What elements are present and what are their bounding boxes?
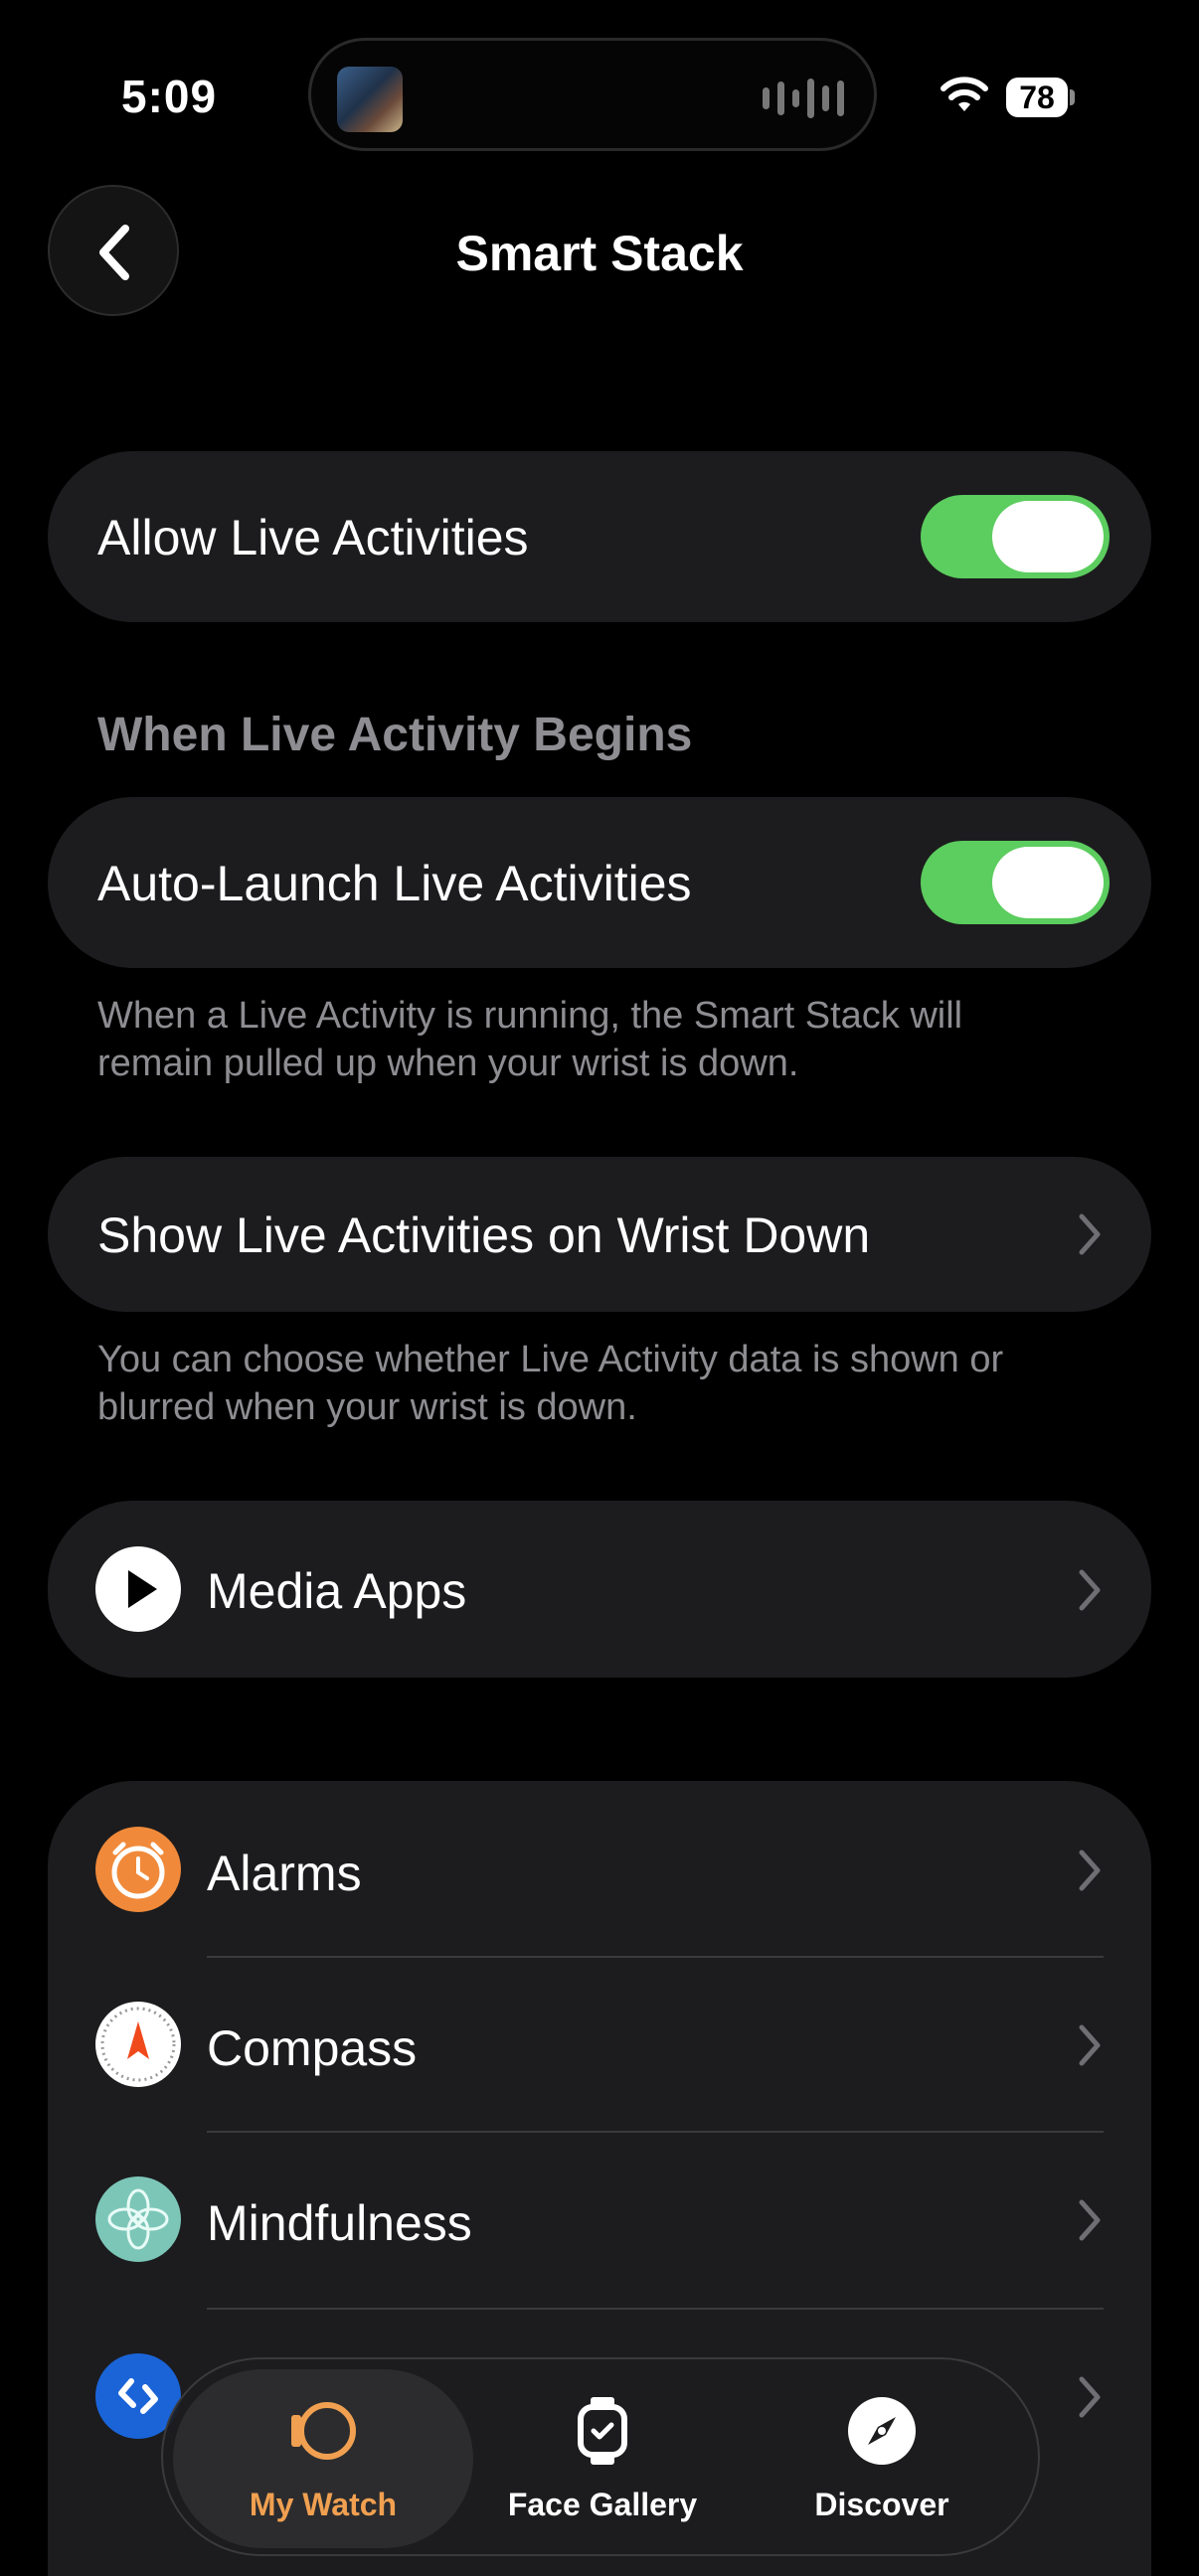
compass-discover-icon [848, 2397, 916, 2465]
wrist-down-row[interactable]: Show Live Activities on Wrist Down [48, 1157, 1151, 1312]
media-apps-row[interactable]: Media Apps [48, 1501, 1151, 1678]
auto-launch-toggle[interactable] [921, 841, 1110, 924]
allow-live-activities-row: Allow Live Activities [48, 451, 1151, 622]
chevron-right-icon [1079, 1569, 1101, 1611]
auto-launch-label: Auto-Launch Live Activities [97, 856, 692, 911]
tab-label: Face Gallery [507, 2487, 698, 2522]
status-time: 5:09 [121, 71, 218, 122]
watch-icon [291, 2402, 356, 2460]
page-title: Smart Stack [455, 226, 744, 281]
tab-label: My Watch [249, 2487, 398, 2522]
watch-face-icon [578, 2397, 627, 2465]
auto-launch-row: Auto-Launch Live Activities [48, 797, 1151, 968]
play-icon [95, 1546, 181, 1632]
tab-label: Discover [814, 2487, 949, 2522]
list-item-compass[interactable]: Compass [48, 1958, 1151, 2133]
footnote-line: You can choose whether Live Activity dat… [97, 1339, 1004, 1380]
list-item-mindfulness[interactable]: Mindfulness [48, 2133, 1151, 2308]
chevron-right-icon [1079, 1850, 1101, 1891]
tab-my-watch[interactable]: My Watch [179, 2359, 467, 2558]
dynamic-island[interactable] [308, 38, 877, 151]
battery-icon: 78 [1006, 78, 1075, 117]
audio-waveform-icon [763, 77, 844, 120]
list-item-label: Compass [207, 2020, 418, 2076]
footnote-line: When a Live Activity is running, the Sma… [97, 995, 963, 1037]
tab-bar: My Watch Face Gallery Discover [161, 2357, 1040, 2556]
chevron-right-icon [1079, 2376, 1101, 2418]
list-item-label: Mindfulness [207, 2195, 472, 2251]
footnote-line: remain pulled up when your wrist is down… [97, 1043, 799, 1084]
chevron-right-icon [1079, 1213, 1101, 1255]
wrist-down-label: Show Live Activities on Wrist Down [97, 1208, 871, 1263]
auto-launch-footnote: When a Live Activity is running, the Sma… [97, 992, 1121, 1087]
allow-live-activities-toggle[interactable] [921, 495, 1110, 578]
chevron-right-icon [1079, 2024, 1101, 2066]
alarm-clock-icon [95, 1827, 181, 1912]
list-item-alarms[interactable]: Alarms [48, 1781, 1151, 1958]
section-header-when-begins: When Live Activity Begins [97, 709, 693, 761]
list-item-label: Alarms [207, 1846, 362, 1901]
now-playing-artwork [337, 67, 403, 132]
tab-discover[interactable]: Discover [738, 2359, 1026, 2558]
battery-level: 78 [1006, 78, 1068, 117]
wrist-down-footnote: You can choose whether Live Activity dat… [97, 1336, 1121, 1431]
compass-icon [95, 2002, 181, 2087]
allow-live-activities-label: Allow Live Activities [97, 510, 529, 565]
tab-face-gallery[interactable]: Face Gallery [458, 2359, 747, 2558]
chevron-right-icon [1079, 2199, 1101, 2241]
footnote-line: blurred when your wrist is down. [97, 1386, 637, 1428]
media-apps-label: Media Apps [207, 1563, 467, 1619]
mindfulness-flower-icon [95, 2176, 181, 2262]
wifi-icon [941, 77, 988, 111]
